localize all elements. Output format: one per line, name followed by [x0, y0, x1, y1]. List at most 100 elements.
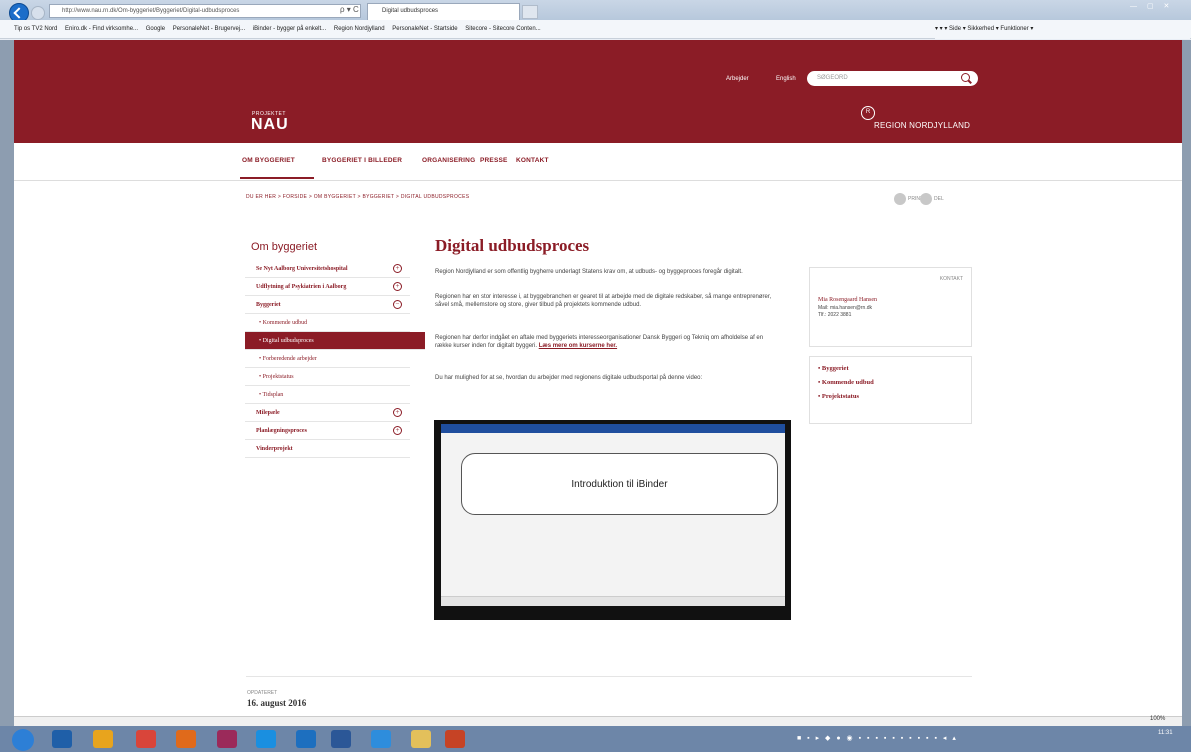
desktop-edge-right: [1182, 0, 1191, 752]
region-emblem-icon: R: [861, 106, 875, 120]
favorite-link[interactable]: PersonaleNet - Startside: [392, 26, 457, 32]
nav-om-byggeriet[interactable]: OM BYGGERIET: [242, 157, 295, 164]
video-frame: Introduktion til iBinder: [441, 424, 785, 606]
search-icon[interactable]: [961, 73, 970, 82]
expand-icon[interactable]: +: [393, 408, 402, 417]
contact-box: KONTAKT Mia Rosengaard Hansen Mail: mia.…: [809, 267, 972, 347]
breadcrumb[interactable]: DU ER HER > FORSIDE > OM BYGGERIET > BYG…: [246, 194, 469, 200]
start-button[interactable]: [12, 729, 34, 751]
expand-icon[interactable]: +: [393, 282, 402, 291]
skype-icon[interactable]: [256, 730, 276, 748]
sidebar-item-label: Milepæle: [256, 410, 280, 416]
updated-label: OPDATERET: [247, 690, 278, 696]
zoom-level[interactable]: 100%: [1150, 716, 1165, 722]
sidebar: Om byggeriet Se Nyt Aalborg Universitets…: [245, 233, 425, 458]
nav-kontakt[interactable]: KONTAKT: [516, 157, 549, 164]
browser-statusbar: [14, 716, 1182, 726]
nav-active-indicator: [240, 177, 314, 179]
sidebar-title: Om byggeriet: [251, 241, 318, 253]
sidebar-item[interactable]: Vinderprojekt: [245, 440, 410, 458]
internet-explorer-icon[interactable]: [371, 730, 391, 748]
new-tab-button[interactable]: [522, 5, 538, 19]
video-player[interactable]: Introduktion til iBinder: [434, 420, 791, 620]
sidebar-item[interactable]: Se Nyt Aalborg Universitetshospital +: [245, 260, 410, 278]
video-title: Introduktion til iBinder: [461, 453, 778, 515]
sidebar-subitem-active[interactable]: • Digital udbudsproces: [245, 332, 425, 350]
favorite-link[interactable]: Google: [146, 26, 165, 32]
paragraph: Regionen har derfor indgået en aftale me…: [435, 334, 775, 350]
sidebar-subitem[interactable]: • Forberedende arbejder: [245, 350, 410, 368]
forward-arrow-icon[interactable]: [31, 6, 45, 20]
related-link[interactable]: • Kommende udbud: [818, 379, 874, 386]
powerpoint-icon[interactable]: [445, 730, 465, 748]
expand-icon[interactable]: +: [393, 426, 402, 435]
system-tray[interactable]: ■ ▪ ▸ ◆ ● ◉ ▪ ▪ ▪ ▪ ▪ ▪ ▪ ▪ ▪ ▪ ◂ ▴: [797, 729, 1142, 749]
sidebar-subitem[interactable]: • Tidsplan: [245, 386, 410, 404]
clock[interactable]: 11:31: [1158, 730, 1173, 736]
sidebar-item-label: Se Nyt Aalborg Universitetshospital: [256, 266, 348, 272]
print-icon[interactable]: [894, 193, 906, 205]
nav-presse[interactable]: PRESSE: [480, 157, 508, 164]
contact-phone: Tlf.: 2022 3881: [818, 312, 852, 318]
video-statusbar: [441, 596, 785, 606]
paragraph: Du har mulighed for at se, hvordan du ar…: [435, 375, 703, 381]
share-icon[interactable]: [920, 193, 932, 205]
updated-date: 16. august 2016: [247, 698, 307, 708]
sidebar-item-label: Byggeriet: [256, 302, 281, 308]
favorite-link[interactable]: Sitecore - Sitecore Conten...: [465, 26, 540, 32]
desktop-edge-left: [0, 0, 14, 752]
window-controls[interactable]: — ▢ ✕: [1130, 2, 1186, 16]
sidebar-item-label: Planlægningsproces: [256, 428, 307, 434]
chrome-icon[interactable]: [136, 730, 156, 748]
favorite-link[interactable]: PersonaleNet - Brugervej...: [173, 26, 245, 32]
firefox-icon[interactable]: [176, 730, 196, 748]
browser-chrome: http://www.nau.rn.dk/Om-byggeriet/Bygger…: [0, 0, 1191, 40]
favorite-link[interactable]: Tip os TV2 Nord: [14, 26, 57, 32]
nav-organisering[interactable]: ORGANISERING: [422, 157, 475, 164]
site-logo[interactable]: NAU: [251, 116, 289, 134]
tab-digital-udbudsproces[interactable]: Digital udbudsproces: [367, 3, 520, 20]
share-label[interactable]: DEL: [934, 196, 944, 202]
sidebar-item[interactable]: Planlægningsproces +: [245, 422, 410, 440]
contact-mail[interactable]: Mail: mia.hansen@rn.dk: [818, 305, 872, 311]
address-bar[interactable]: http://www.nau.rn.dk/Om-byggeriet/Bygger…: [49, 4, 361, 18]
explorer-icon[interactable]: [93, 730, 113, 748]
favorite-link[interactable]: iBinder - bygger på enkelt...: [253, 26, 326, 32]
word-icon[interactable]: [331, 730, 351, 748]
favorite-link[interactable]: Region Nordjylland: [334, 26, 385, 32]
kurser-link[interactable]: Læs mere om kurserne her.: [539, 343, 617, 349]
address-tools[interactable]: ρ ▾ C: [340, 5, 359, 14]
contact-name[interactable]: Mia Rosengaard Hansen: [818, 297, 877, 303]
web-page: Arbejder English SØGEORD PROJEKTET NAU R…: [14, 40, 1182, 716]
expand-icon[interactable]: +: [393, 264, 402, 273]
sidebar-subitem[interactable]: • Kommende udbud: [245, 314, 410, 332]
search-input[interactable]: SØGEORD: [807, 71, 978, 86]
paragraph: Region Nordjylland er som offentlig bygh…: [435, 269, 743, 275]
top-link-arbejder[interactable]: Arbejder: [726, 76, 749, 82]
sidebar-item[interactable]: Byggeriet −: [245, 296, 410, 314]
sidebar-item[interactable]: Udflytning af Psykiatrien i Aalborg +: [245, 278, 410, 296]
related-links: • Byggeriet • Kommende udbud • Projektst…: [809, 356, 972, 424]
related-link[interactable]: • Byggeriet: [818, 365, 849, 372]
sidebar-item-label: Udflytning af Psykiatrien i Aalborg: [256, 284, 347, 290]
divider: [246, 676, 972, 677]
collapse-icon[interactable]: −: [393, 300, 402, 309]
folder-icon[interactable]: [411, 730, 431, 748]
top-link-english[interactable]: English: [776, 76, 796, 82]
favorite-link[interactable]: Eniro.dk - Find virksomhe...: [65, 26, 138, 32]
sidebar-subitem[interactable]: • Projektstatus: [245, 368, 410, 386]
related-link[interactable]: • Projektstatus: [818, 393, 859, 400]
indesign-icon[interactable]: [217, 730, 237, 748]
outlook-icon[interactable]: [52, 730, 72, 748]
page-title: Digital udbudsproces: [435, 236, 590, 255]
command-bar[interactable]: ▾ ▾ ▾ Side ▾ Sikkerhed ▾ Funktioner ▾: [935, 20, 1190, 39]
contact-label: KONTAKT: [939, 276, 963, 282]
region-logo[interactable]: REGION NORDJYLLAND: [874, 121, 970, 130]
main-nav: OM BYGGERIET BYGGERIET I BILLEDER ORGANI…: [14, 143, 1182, 181]
site-header: Arbejder English SØGEORD PROJEKTET NAU R…: [14, 40, 1182, 143]
nav-byggeriet-i-billeder[interactable]: BYGGERIET I BILLEDER: [322, 157, 402, 164]
paragraph: Regionen har en stor interesse i, at byg…: [435, 294, 772, 308]
photoshop-icon[interactable]: [296, 730, 316, 748]
video-topbar: [441, 424, 785, 433]
sidebar-item[interactable]: Milepæle +: [245, 404, 410, 422]
